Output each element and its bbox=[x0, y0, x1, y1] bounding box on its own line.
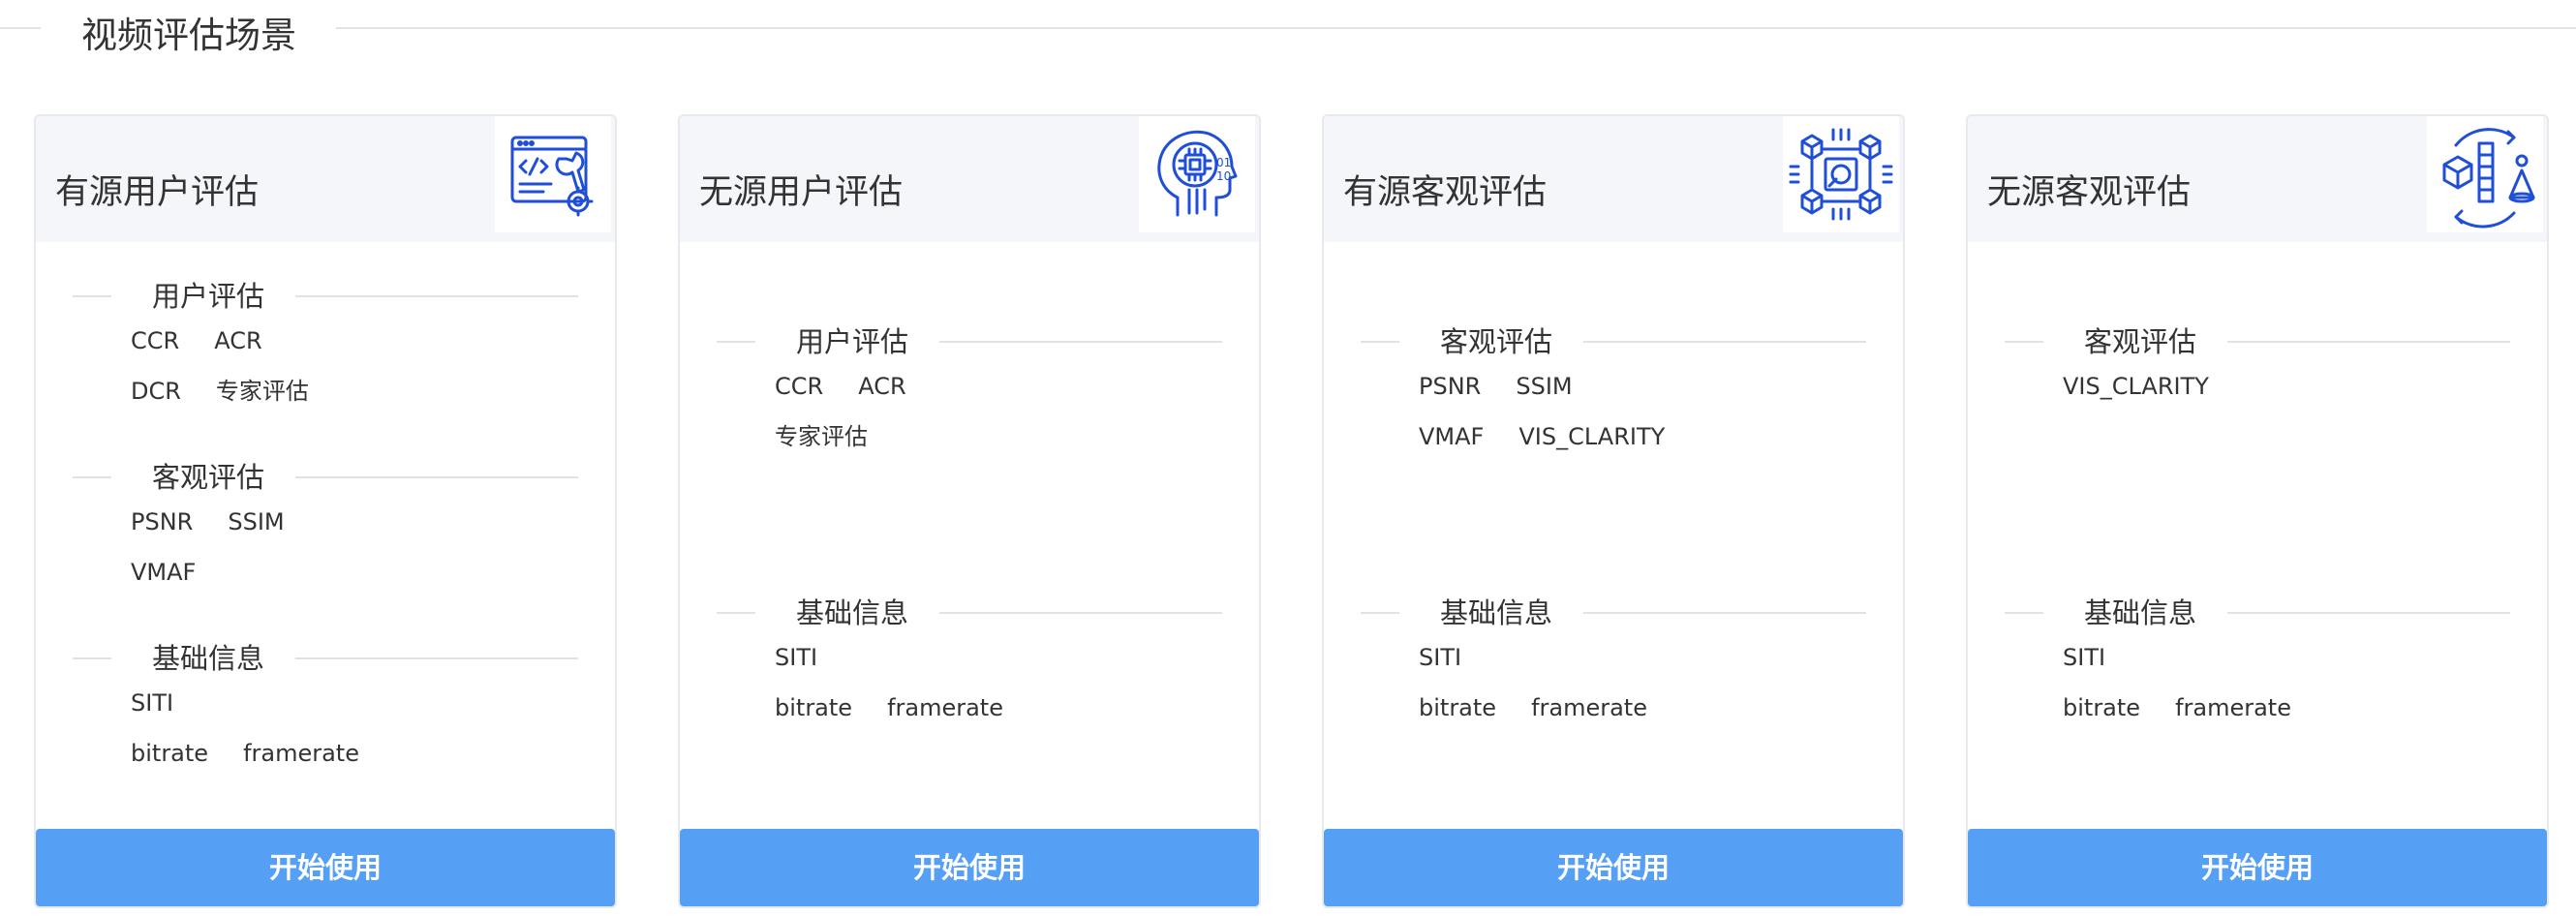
card-nonsource-user-eval: 无源用户评估 01 10 用户评估 CCR ACR 专家评估 基础信息 SITI… bbox=[678, 114, 1261, 908]
card-source-objective-eval: 有源客观评估 客观评估 PSNR SSIM VMAF VIS_CLARITY 基… bbox=[1322, 114, 1905, 908]
section-divider bbox=[295, 476, 578, 478]
start-button[interactable]: 开始使用 bbox=[680, 829, 1259, 906]
metric-item: framerate bbox=[887, 694, 1003, 721]
metric-item: bitrate bbox=[775, 694, 853, 721]
section-label: 基础信息 bbox=[152, 642, 265, 675]
section-divider bbox=[2227, 341, 2510, 343]
section-items: CCR ACR DCR 专家评估 bbox=[131, 321, 576, 422]
section-divider bbox=[1583, 341, 1866, 343]
section-divider bbox=[73, 295, 111, 297]
section-items: SITI bitrate framerate bbox=[131, 684, 576, 784]
section-items: PSNR SSIM VMAF bbox=[131, 503, 576, 603]
card-nonsource-objective-eval: 无源客观评估 客观评估 VIS_CLARITY 基础信息 SITI bitrat bbox=[1966, 114, 2549, 908]
section-items: SITI bitrate framerate bbox=[1419, 638, 1864, 739]
card-source-user-eval: 有源用户评估 用户评估 CCR ACR DCR 专家评估 客观评估 PSNR S… bbox=[34, 114, 617, 908]
card-header: 有源客观评估 bbox=[1324, 116, 1903, 242]
section-label: 客观评估 bbox=[152, 461, 265, 494]
metric-item: VIS_CLARITY bbox=[1518, 423, 1666, 450]
metric-item: PSNR bbox=[131, 508, 194, 535]
section-items: PSNR SSIM VMAF VIS_CLARITY bbox=[1419, 367, 1864, 468]
metric-item: bitrate bbox=[1419, 694, 1497, 721]
section-divider bbox=[73, 657, 111, 659]
metric-item: VMAF bbox=[131, 559, 197, 586]
section-label: 用户评估 bbox=[796, 325, 909, 358]
section-label: 客观评估 bbox=[2084, 325, 2197, 358]
svg-text:10: 10 bbox=[1216, 169, 1231, 183]
metric-item: 专家评估 bbox=[775, 423, 868, 450]
section-divider bbox=[73, 476, 111, 478]
metric-item: bitrate bbox=[131, 740, 209, 767]
metric-item: CCR bbox=[775, 373, 824, 400]
metric-item: framerate bbox=[1531, 694, 1647, 721]
start-button[interactable]: 开始使用 bbox=[1324, 829, 1903, 906]
section-divider bbox=[1361, 612, 1399, 614]
card-title: 无源用户评估 bbox=[699, 173, 904, 212]
metric-item: CCR bbox=[131, 327, 180, 354]
section-label: 用户评估 bbox=[152, 280, 265, 313]
3d-shapes-icon bbox=[2427, 116, 2543, 232]
start-button[interactable]: 开始使用 bbox=[1968, 829, 2547, 906]
section-label: 基础信息 bbox=[1440, 596, 1553, 629]
page-header: 视频评估场景 bbox=[0, 0, 2576, 58]
code-tools-icon bbox=[495, 116, 611, 232]
metric-item: VMAF bbox=[1419, 423, 1485, 450]
metric-item: SITI bbox=[131, 689, 174, 717]
metric-item: SITI bbox=[1419, 644, 1462, 671]
card-title: 无源客观评估 bbox=[1987, 173, 2192, 212]
metric-item: SSIM bbox=[1516, 373, 1573, 400]
metric-item: PSNR bbox=[1419, 373, 1482, 400]
metric-item: SITI bbox=[775, 644, 818, 671]
metric-item: framerate bbox=[243, 740, 359, 767]
section-divider bbox=[717, 341, 755, 343]
ai-head-icon: 01 10 bbox=[1139, 116, 1255, 232]
start-button[interactable]: 开始使用 bbox=[36, 829, 615, 906]
title-divider-right bbox=[336, 27, 2576, 29]
metric-item: VIS_CLARITY bbox=[2063, 373, 2209, 400]
section-label: 基础信息 bbox=[796, 596, 909, 629]
card-title: 有源客观评估 bbox=[1343, 173, 1548, 212]
section-divider bbox=[939, 612, 1222, 614]
section-items: SITI bitrate framerate bbox=[2063, 638, 2508, 739]
metric-item: bitrate bbox=[2063, 694, 2141, 721]
card-title: 有源用户评估 bbox=[55, 173, 260, 212]
section-divider bbox=[295, 657, 578, 659]
section-divider bbox=[717, 612, 755, 614]
card-header: 有源用户评估 bbox=[36, 116, 615, 242]
section-divider bbox=[2005, 341, 2043, 343]
metric-item: ACR bbox=[214, 327, 262, 354]
section-label: 客观评估 bbox=[1440, 325, 1553, 358]
card-header: 无源客观评估 bbox=[1968, 116, 2547, 242]
section-divider bbox=[939, 341, 1222, 343]
section-items: SITI bitrate framerate bbox=[775, 638, 1220, 739]
section-items: VIS_CLARITY bbox=[2063, 367, 2508, 417]
title-divider-left bbox=[0, 27, 41, 29]
metric-item: ACR bbox=[858, 373, 906, 400]
card-header: 无源用户评估 01 10 bbox=[680, 116, 1259, 242]
section-divider bbox=[295, 295, 578, 297]
cubes-network-icon bbox=[1783, 116, 1899, 232]
section-divider bbox=[1583, 612, 1866, 614]
section-divider bbox=[2005, 612, 2043, 614]
metric-item: SSIM bbox=[228, 508, 285, 535]
metric-item: 专家评估 bbox=[215, 378, 309, 405]
section-divider bbox=[1361, 341, 1399, 343]
svg-text:01: 01 bbox=[1216, 156, 1231, 169]
section-divider bbox=[2227, 612, 2510, 614]
section-items: CCR ACR 专家评估 bbox=[775, 367, 1220, 468]
metric-item: SITI bbox=[2063, 644, 2106, 671]
metric-item: framerate bbox=[2175, 694, 2291, 721]
page-title: 视频评估场景 bbox=[81, 15, 296, 56]
section-label: 基础信息 bbox=[2084, 596, 2197, 629]
metric-item: DCR bbox=[131, 378, 181, 405]
